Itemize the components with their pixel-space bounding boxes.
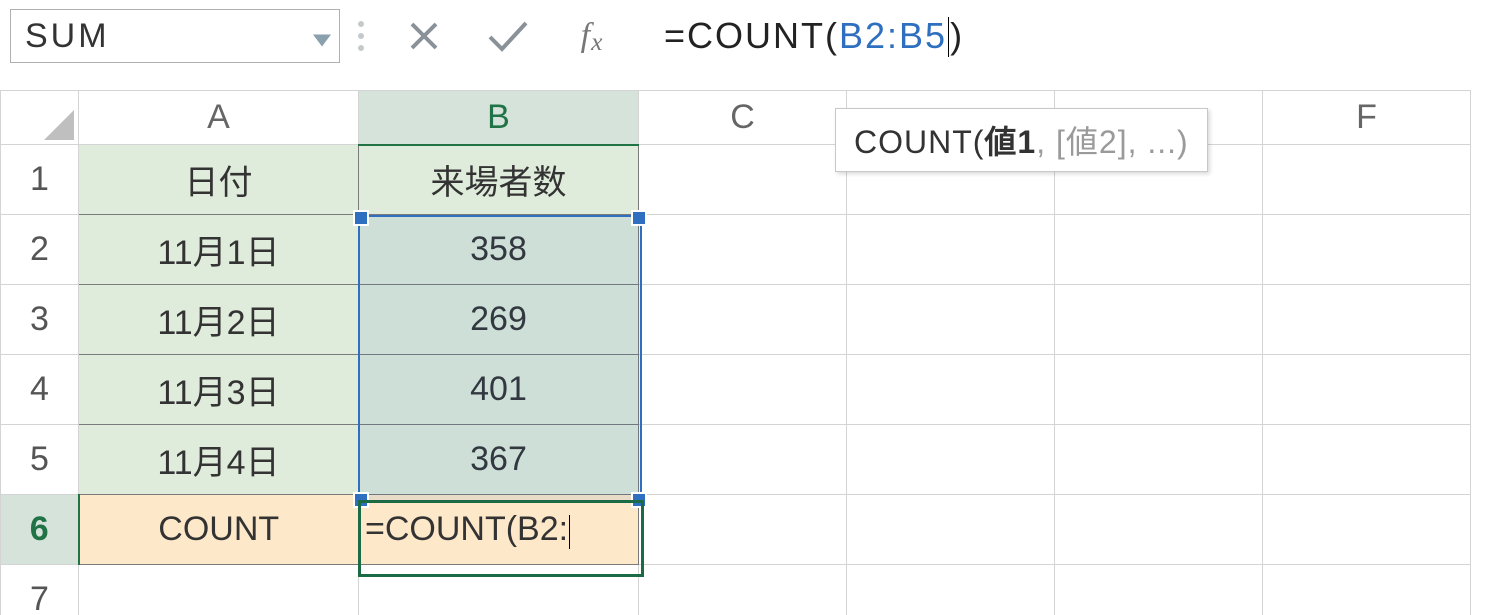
formula-text-prefix: =COUNT( [664,15,839,57]
cell-D2[interactable] [847,215,1055,285]
col-header-A[interactable]: A [79,91,359,145]
cell-F3[interactable] [1263,285,1471,355]
cell-E6[interactable] [1055,495,1263,565]
select-all-corner[interactable] [1,91,79,145]
row-header-6[interactable]: 6 [1,495,79,565]
col-header-C[interactable]: C [639,91,847,145]
cell-F6[interactable] [1263,495,1471,565]
cell-D5[interactable] [847,425,1055,495]
insert-function-button[interactable]: fx [550,9,634,63]
cell-E2[interactable] [1055,215,1263,285]
tooltip-fn: COUNT( [854,124,984,160]
cell-caret [569,515,570,549]
row-header-5[interactable]: 5 [1,425,79,495]
col-header-B[interactable]: B [359,91,639,145]
cell-E3[interactable] [1055,285,1263,355]
cancel-formula-button[interactable] [382,9,466,63]
cell-E4[interactable] [1055,355,1263,425]
row-header-3[interactable]: 3 [1,285,79,355]
function-tooltip: COUNT(値1, [値2], ...) [835,108,1208,172]
formula-input[interactable]: =COUNT(B2:B5) [664,9,1490,63]
cell-B7[interactable] [359,565,639,615]
cell-E5[interactable] [1055,425,1263,495]
row-header-1[interactable]: 1 [1,145,79,215]
formula-text-suffix: ) [950,15,964,57]
cell-F5[interactable] [1263,425,1471,495]
cell-B3[interactable]: 269 [359,285,639,355]
cell-C3[interactable] [639,285,847,355]
cell-F1[interactable] [1263,145,1471,215]
name-box[interactable]: SUM [10,9,340,63]
cell-A1[interactable]: 日付 [79,145,359,215]
col-header-F[interactable]: F [1263,91,1471,145]
cell-C1[interactable] [639,145,847,215]
formula-bar: SUM fx =COUNT(B2:B5) [0,0,1500,66]
cell-D6[interactable] [847,495,1055,565]
row-header-7[interactable]: 7 [1,565,79,615]
cell-B6[interactable]: =COUNT(B2: [359,495,639,565]
drag-handle-icon[interactable] [358,21,364,51]
row-header-4[interactable]: 4 [1,355,79,425]
cell-B4[interactable]: 401 [359,355,639,425]
cell-F7[interactable] [1263,565,1471,615]
cell-C5[interactable] [639,425,847,495]
name-box-value: SUM [25,17,110,56]
cell-A2[interactable]: 11月1日 [79,215,359,285]
name-box-dropdown-icon[interactable] [313,17,331,56]
tooltip-arg-bold: 値1 [984,124,1036,160]
cell-C2[interactable] [639,215,847,285]
fx-icon: fx [581,17,604,55]
spreadsheet-grid: A B C F 1 日付 来場者数 2 11月1日 358 3 11月2日 26… [0,90,1500,615]
formula-bar-separator [340,21,382,51]
text-caret [948,17,949,57]
cell-A5[interactable]: 11月4日 [79,425,359,495]
cell-A4[interactable]: 11月3日 [79,355,359,425]
cell-D3[interactable] [847,285,1055,355]
grid-table: A B C F 1 日付 来場者数 2 11月1日 358 3 11月2日 26… [0,90,1471,615]
cell-C6[interactable] [639,495,847,565]
cell-C7[interactable] [639,565,847,615]
cell-F4[interactable] [1263,355,1471,425]
cell-D7[interactable] [847,565,1055,615]
cell-B2[interactable]: 358 [359,215,639,285]
cell-B6-value: =COUNT(B2: [365,510,568,548]
cell-A7[interactable] [79,565,359,615]
cell-E7[interactable] [1055,565,1263,615]
cell-A3[interactable]: 11月2日 [79,285,359,355]
cell-C4[interactable] [639,355,847,425]
tooltip-rest: , [値2], ...) [1036,124,1188,160]
cell-B1[interactable]: 来場者数 [359,145,639,215]
row-header-2[interactable]: 2 [1,215,79,285]
cell-F2[interactable] [1263,215,1471,285]
cell-B5[interactable]: 367 [359,425,639,495]
cell-A6[interactable]: COUNT [79,495,359,565]
cell-D4[interactable] [847,355,1055,425]
enter-formula-button[interactable] [466,9,550,63]
formula-text-ref: B2:B5 [839,15,947,57]
